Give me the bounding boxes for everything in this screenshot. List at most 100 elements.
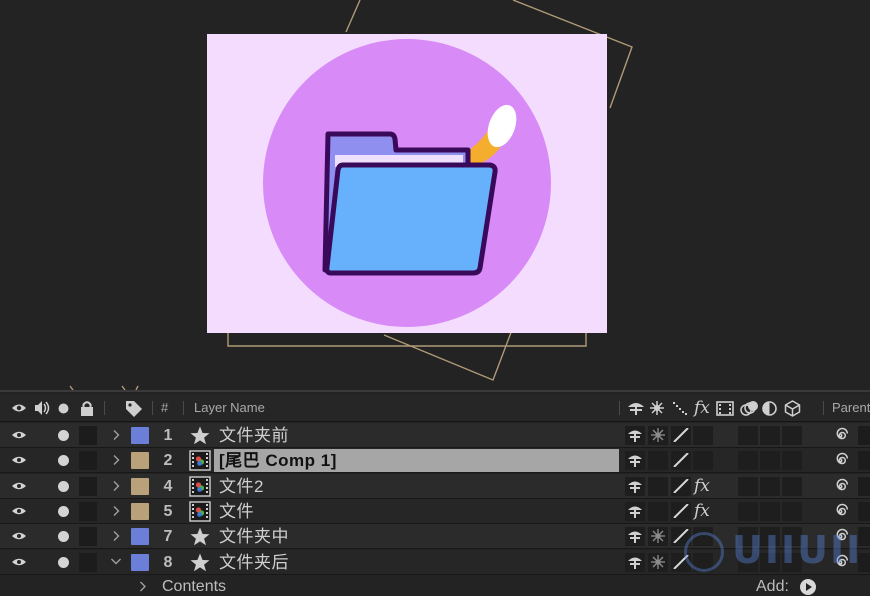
chevron-down-icon[interactable] (110, 555, 122, 569)
collapse-transform-switch[interactable] (648, 552, 668, 572)
adjustment-layer-switch[interactable] (760, 426, 780, 445)
layer-name-column-header[interactable]: Layer Name (194, 394, 265, 422)
collapse-transform-header-icon[interactable] (650, 401, 664, 415)
lock-toggle[interactable] (79, 426, 97, 445)
chevron-right-icon[interactable] (110, 428, 122, 442)
frame-blending-header-icon[interactable] (716, 401, 734, 416)
pick-whip-icon[interactable] (832, 528, 849, 545)
collapse-transform-switch[interactable] (648, 476, 668, 496)
parent-dropdown[interactable] (858, 426, 870, 445)
contents-label[interactable]: Contents (162, 578, 226, 596)
solo-toggle[interactable] (58, 505, 69, 517)
motion-blur-switch[interactable] (738, 527, 758, 547)
layer-name[interactable]: [尾巴 Comp 1] (219, 448, 337, 473)
eye-icon[interactable] (11, 455, 27, 465)
chevron-right-icon[interactable] (110, 529, 122, 543)
3d-layer-switch[interactable] (782, 426, 802, 445)
parent-column-header[interactable]: Parent (832, 394, 870, 422)
layer-row[interactable]: 2 [尾巴 Comp 1] (0, 448, 870, 474)
motion-blur-switch[interactable] (738, 501, 758, 521)
quality-switch[interactable] (671, 552, 691, 572)
video-visibility-header-icon[interactable] (11, 402, 27, 414)
motion-blur-switch[interactable] (738, 552, 758, 572)
motion-blur-switch[interactable] (738, 426, 758, 445)
chevron-right-icon[interactable] (110, 453, 122, 467)
label-color-swatch[interactable] (131, 427, 149, 444)
add-property-button[interactable] (800, 579, 816, 595)
shy-switch[interactable] (625, 501, 645, 521)
label-color-swatch[interactable] (131, 553, 149, 571)
eye-icon[interactable] (11, 557, 27, 567)
shy-switch[interactable] (625, 527, 645, 547)
chevron-right-icon[interactable] (139, 581, 147, 592)
adjustment-layer-switch[interactable] (760, 501, 780, 521)
layer-name[interactable]: 文件2 (219, 474, 264, 499)
adjustment-layer-switch[interactable] (760, 527, 780, 547)
layer-row[interactable]: 7 文件夹中 (0, 524, 870, 550)
3d-layer-switch[interactable] (782, 476, 802, 496)
collapse-transform-switch[interactable] (648, 501, 668, 521)
shy-switch[interactable] (625, 451, 645, 471)
shy-header-icon[interactable] (627, 401, 645, 415)
solo-toggle[interactable] (58, 480, 69, 492)
solo-toggle[interactable] (58, 430, 69, 441)
effects-switch[interactable]: fx (694, 474, 710, 499)
label-color-swatch[interactable] (131, 528, 149, 546)
eye-icon[interactable] (11, 481, 27, 491)
effects-switch[interactable] (693, 426, 713, 445)
effects-switch[interactable] (693, 527, 713, 547)
layer-row[interactable]: 1 文件夹前 (0, 423, 870, 448)
layer-row[interactable]: 4 文件2 fx (0, 473, 870, 499)
lock-toggle[interactable] (79, 527, 97, 547)
eye-icon[interactable] (11, 531, 27, 541)
motion-blur-switch[interactable] (738, 476, 758, 496)
pick-whip-icon[interactable] (832, 452, 849, 469)
motion-blur-header-icon[interactable] (739, 400, 759, 416)
collapse-transform-switch[interactable] (648, 426, 668, 445)
parent-dropdown[interactable] (858, 552, 870, 572)
layer-name[interactable]: 文件夹后 (219, 550, 289, 575)
composition-viewer[interactable] (0, 0, 870, 390)
lock-toggle[interactable] (79, 552, 97, 572)
solo-toggle[interactable] (58, 531, 69, 543)
adjustment-layer-switch[interactable] (760, 451, 780, 471)
layer-row[interactable]: 8 文件夹后 (0, 549, 870, 575)
effects-header-icon[interactable]: fx (694, 394, 710, 422)
lock-header-icon[interactable] (79, 400, 95, 416)
label-tag-header-icon[interactable] (124, 399, 144, 417)
3d-layer-switch[interactable] (782, 451, 802, 471)
collapse-transform-switch[interactable] (648, 451, 668, 471)
collapse-transform-switch[interactable] (648, 527, 668, 547)
motion-blur-switch[interactable] (738, 451, 758, 471)
3d-layer-switch[interactable] (782, 527, 802, 547)
solo-header-icon[interactable] (58, 403, 69, 414)
pick-whip-icon[interactable] (832, 427, 849, 444)
quality-switch[interactable] (671, 476, 691, 496)
parent-dropdown[interactable] (858, 451, 870, 471)
chevron-right-icon[interactable] (110, 479, 122, 493)
layer-name[interactable]: 文件夹前 (219, 423, 289, 448)
parent-dropdown[interactable] (858, 527, 870, 547)
label-color-swatch[interactable] (131, 502, 149, 520)
layer-name[interactable]: 文件夹中 (219, 524, 289, 549)
parent-dropdown[interactable] (858, 476, 870, 496)
adjustment-layer-header-icon[interactable] (762, 401, 777, 416)
pick-whip-icon[interactable] (832, 554, 849, 571)
shy-switch[interactable] (625, 426, 645, 445)
3d-layer-switch[interactable] (782, 552, 802, 572)
3d-layer-switch[interactable] (782, 501, 802, 521)
quality-header-icon[interactable] (672, 401, 688, 415)
quality-switch[interactable] (671, 501, 691, 521)
adjustment-layer-switch[interactable] (760, 476, 780, 496)
effects-switch[interactable] (693, 552, 713, 572)
label-color-swatch[interactable] (131, 452, 149, 470)
eye-icon[interactable] (11, 506, 27, 516)
chevron-right-icon[interactable] (110, 504, 122, 518)
quality-switch[interactable] (671, 426, 691, 445)
quality-switch[interactable] (671, 527, 691, 547)
eye-icon[interactable] (11, 430, 27, 440)
solo-toggle[interactable] (58, 455, 69, 467)
label-color-swatch[interactable] (131, 477, 149, 495)
contents-row[interactable]: Contents Add: (0, 575, 870, 596)
lock-toggle[interactable] (79, 451, 97, 471)
